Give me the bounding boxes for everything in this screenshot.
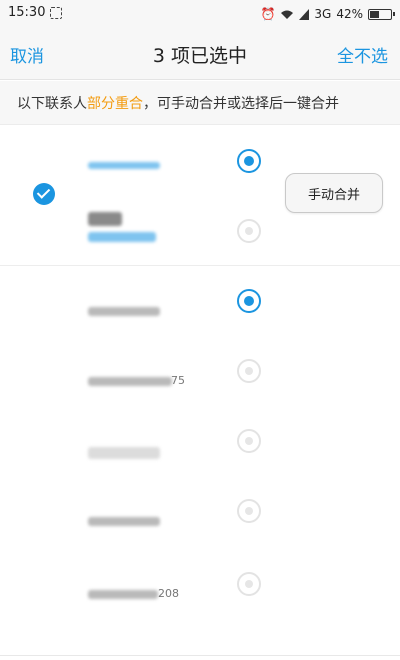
signal-icon xyxy=(299,8,310,20)
contact-number-suffix: 208 xyxy=(158,587,179,600)
network-type: 3G xyxy=(314,7,332,21)
banner-text-end: ，可手动合并或选择后一键合并 xyxy=(143,96,339,112)
battery-percent: 42% xyxy=(336,7,363,21)
battery-fill xyxy=(370,10,380,18)
contact-name-redacted xyxy=(88,590,158,599)
contact-row[interactable] xyxy=(0,477,400,547)
status-icons: ⏰ 3G 42% xyxy=(260,4,395,24)
contact-name-redacted xyxy=(88,307,160,316)
banner-text-start: 以下联系人 xyxy=(17,96,87,112)
contact-name-redacted xyxy=(88,377,172,386)
header-bar: 取消 3 项已选中 全不选 xyxy=(0,28,400,80)
contact-row[interactable]: 208 xyxy=(0,547,400,617)
contact-number-suffix: 75 xyxy=(171,374,185,387)
wifi-icon xyxy=(281,10,294,19)
radio-selected-icon[interactable] xyxy=(237,149,261,173)
banner-text: 以下联系人部分重合，可手动合并或选择后一键合并 xyxy=(17,93,339,113)
battery-icon xyxy=(368,8,395,20)
screenshot-icon xyxy=(50,7,62,19)
status-bar: 15:30 ⏰ 3G 42% xyxy=(0,0,400,28)
contact-name-redacted xyxy=(88,517,160,526)
radio-unselected-icon[interactable] xyxy=(237,219,261,243)
deselect-all-button[interactable]: 全不选 xyxy=(337,42,388,67)
status-time: 15:30 xyxy=(8,5,46,20)
alarm-icon: ⏰ xyxy=(260,7,276,21)
radio-unselected-icon[interactable] xyxy=(237,572,261,596)
duplicate-group[interactable]: 手动合并 xyxy=(0,126,400,266)
radio-selected-icon[interactable] xyxy=(237,289,261,313)
radio-unselected-icon[interactable] xyxy=(237,359,261,383)
contact-row[interactable]: 75 xyxy=(0,337,400,407)
banner-highlight: 部分重合 xyxy=(87,96,143,112)
list-divider xyxy=(0,655,400,656)
manual-merge-button[interactable]: 手动合并 xyxy=(285,173,383,213)
contact-name-redacted xyxy=(88,447,160,459)
radio-unselected-icon[interactable] xyxy=(237,429,261,453)
contact-row[interactable] xyxy=(0,407,400,477)
contact-name-redacted xyxy=(88,232,156,242)
contact-name-redacted xyxy=(88,162,160,169)
contact-row[interactable] xyxy=(0,267,400,337)
info-banner: 以下联系人部分重合，可手动合并或选择后一键合并 xyxy=(0,81,400,125)
radio-unselected-icon[interactable] xyxy=(237,499,261,523)
contact-avatar-redacted xyxy=(88,212,122,226)
